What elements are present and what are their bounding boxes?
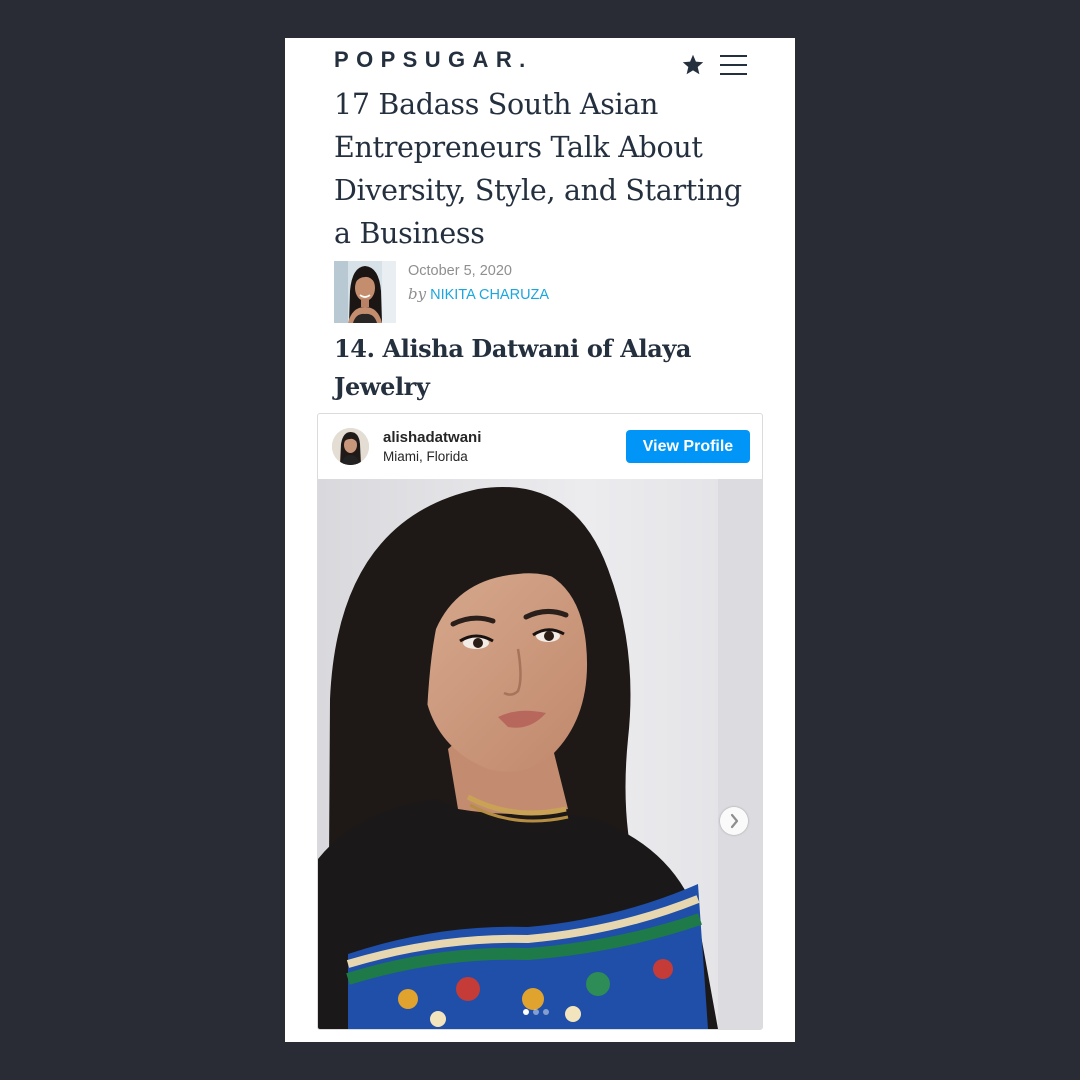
selfie-photo	[318, 479, 762, 1029]
article-byline: by NIKITA CHARUZA	[408, 285, 549, 303]
instagram-embed: alishadatwani Miami, Florida View Profil…	[317, 413, 763, 1030]
carousel-indicator	[523, 1009, 563, 1017]
site-header: POPSUGAR.	[285, 38, 795, 88]
instagram-post-photo[interactable]	[318, 479, 762, 1029]
instagram-username[interactable]: alishadatwani	[383, 429, 481, 446]
view-profile-button[interactable]: View Profile	[626, 430, 750, 463]
instagram-avatar[interactable]	[332, 428, 369, 465]
section-heading: 14. Alisha Datwani of Alaya Jewelry	[334, 334, 692, 401]
article-page: POPSUGAR. 17 Badass South Asian Entrepre…	[285, 38, 795, 1042]
carousel-dot	[533, 1009, 539, 1015]
instagram-location[interactable]: Miami, Florida	[383, 449, 468, 464]
article-date: October 5, 2020	[408, 263, 512, 279]
carousel-next-button[interactable]	[720, 807, 748, 835]
author-avatar[interactable]	[334, 261, 396, 323]
carousel-dot	[523, 1009, 529, 1015]
chevron-right-icon	[730, 813, 739, 829]
carousel-dot	[543, 1009, 549, 1015]
author-link[interactable]: NIKITA CHARUZA	[430, 287, 549, 303]
hamburger-menu-icon[interactable]	[720, 53, 747, 75]
instagram-embed-header: alishadatwani Miami, Florida View Profil…	[318, 414, 762, 479]
article-title: 17 Badass South Asian Entrepreneurs Talk…	[334, 88, 742, 250]
byline-prefix: by	[408, 285, 427, 303]
popsugar-logo[interactable]: POPSUGAR.	[334, 48, 533, 72]
star-icon[interactable]	[681, 53, 705, 77]
